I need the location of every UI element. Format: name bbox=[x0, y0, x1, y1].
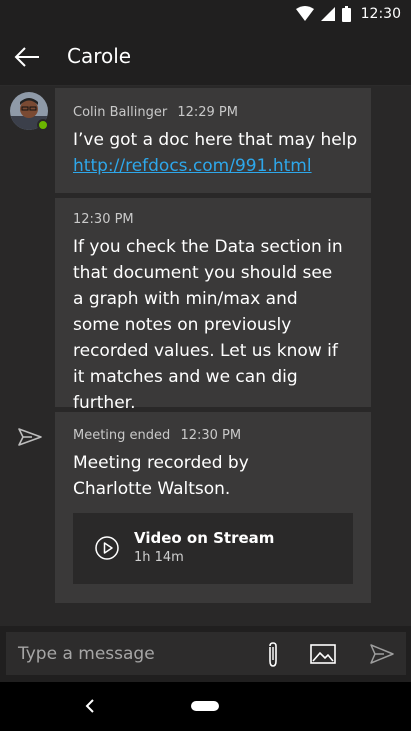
message-meta: Colin Ballinger 12:29 PM bbox=[73, 105, 238, 120]
paperclip-icon[interactable] bbox=[262, 641, 284, 669]
chevron-left-icon[interactable] bbox=[82, 698, 98, 714]
message-link[interactable]: http://refdocs.com/991.html bbox=[73, 153, 363, 179]
message-composer: Type a message bbox=[0, 626, 411, 682]
message-bubble[interactable]: 12:30 PM If you check the Data section i… bbox=[55, 198, 371, 413]
message-text: If you check the Data section in that do… bbox=[73, 237, 343, 413]
battery-icon bbox=[341, 6, 351, 22]
message-input-box[interactable]: Type a message bbox=[6, 632, 406, 675]
meeting-bubble[interactable]: Meeting ended 12:30 PM Meeting recorded … bbox=[55, 412, 371, 603]
stream-video-card[interactable]: Video on Stream 1h 14m bbox=[73, 513, 353, 584]
avatar[interactable] bbox=[10, 92, 49, 131]
back-button[interactable] bbox=[10, 42, 44, 72]
page-title: Carole bbox=[67, 44, 132, 68]
meeting-label: Meeting ended bbox=[73, 428, 171, 443]
stream-duration: 1h 14m bbox=[134, 550, 184, 565]
app-bar: Carole bbox=[0, 30, 411, 86]
send-icon[interactable] bbox=[370, 643, 394, 665]
status-time: 12:30 bbox=[360, 6, 401, 22]
message-input[interactable]: Type a message bbox=[18, 644, 155, 664]
wifi-icon bbox=[295, 6, 314, 21]
image-icon[interactable] bbox=[310, 643, 336, 665]
meeting-send-icon bbox=[18, 428, 42, 446]
meeting-meta: Meeting ended 12:30 PM bbox=[73, 428, 241, 443]
meeting-time: 12:30 PM bbox=[180, 428, 242, 443]
message-body: I’ve got a doc here that may help bbox=[73, 130, 358, 150]
message-time: 12:29 PM bbox=[177, 105, 238, 120]
play-icon bbox=[95, 536, 119, 560]
status-bar: 12:30 bbox=[0, 0, 411, 30]
arrow-left-icon bbox=[14, 47, 39, 67]
message-bubble[interactable]: Colin Ballinger 12:29 PM I’ve got a doc … bbox=[55, 88, 371, 193]
sender-name: Colin Ballinger bbox=[73, 105, 168, 120]
home-button[interactable] bbox=[191, 701, 219, 711]
system-nav-bar bbox=[0, 682, 411, 731]
message-text: I’ve got a doc here that may help http:/… bbox=[73, 127, 363, 179]
chat-area[interactable]: Colin Ballinger 12:29 PM I’ve got a doc … bbox=[0, 86, 411, 626]
meeting-text: Meeting recorded by Charlotte Waltson. bbox=[73, 453, 249, 499]
presence-available-badge bbox=[37, 119, 49, 131]
message-time: 12:30 PM bbox=[73, 212, 134, 227]
cellular-signal-icon bbox=[320, 7, 335, 21]
stream-title: Video on Stream bbox=[134, 529, 275, 547]
